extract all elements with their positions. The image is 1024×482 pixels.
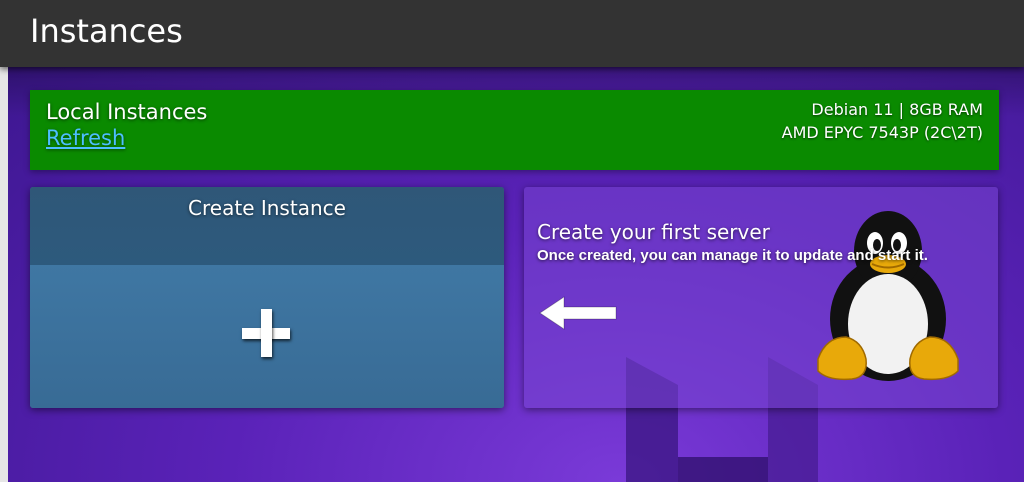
top-bar: Instances <box>0 0 1024 67</box>
create-instance-header: Create Instance <box>30 187 504 266</box>
tux-penguin-icon <box>817 211 959 381</box>
arrow-left-icon <box>539 296 617 330</box>
local-instances-banner: Local Instances Refresh Debian 11 | 8GB … <box>30 90 999 170</box>
left-edge-strip <box>0 67 8 482</box>
banner-title: Local Instances <box>46 100 208 124</box>
create-instance-title: Create Instance <box>188 196 346 220</box>
plus-icon[interactable] <box>240 308 296 364</box>
create-instance-body[interactable] <box>30 265 504 408</box>
main-content: Local Instances Refresh Debian 11 | 8GB … <box>8 67 1024 482</box>
first-server-info-card: Create your first server Once created, y… <box>524 187 998 408</box>
create-instance-card[interactable]: Create Instance <box>30 187 504 408</box>
refresh-link[interactable]: Refresh <box>46 126 125 150</box>
page-title: Instances <box>30 12 183 50</box>
info-subtext: Once created, you can manage it to updat… <box>537 247 928 264</box>
system-cpu: AMD EPYC 7543P (2C\2T) <box>781 123 983 142</box>
info-heading: Create your first server <box>537 220 770 244</box>
system-os-ram: Debian 11 | 8GB RAM <box>811 100 983 119</box>
